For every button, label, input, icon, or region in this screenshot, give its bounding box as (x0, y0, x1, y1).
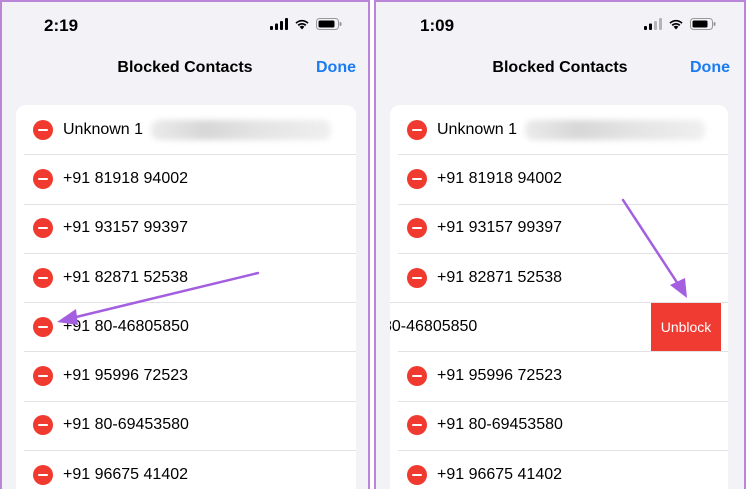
status-time: 1:09 (420, 16, 455, 35)
remove-icon[interactable] (407, 119, 427, 140)
contact-label: +91 96675 41402 (63, 465, 189, 483)
contact-label: +91 95996 72523 (437, 367, 563, 385)
contact-label: +91 82871 52538 (63, 268, 189, 286)
list-item[interactable]: +91 96675 41402 (390, 450, 728, 489)
list-item[interactable]: +91 96675 41402 (16, 450, 356, 489)
contact-label: +91 81918 94002 (437, 169, 563, 187)
remove-icon[interactable] (33, 119, 53, 140)
contact-label: Unknown 1 (437, 120, 518, 138)
remove-icon[interactable] (33, 464, 53, 485)
list-item[interactable]: +91 81918 94002 (390, 154, 728, 203)
redacted-number (151, 119, 332, 140)
wifi-icon (295, 19, 309, 30)
list-item[interactable]: +91 95996 72523 (16, 351, 356, 400)
list-item[interactable]: +91 93157 99397 (390, 203, 728, 253)
remove-icon[interactable] (407, 218, 427, 239)
battery-icon (316, 18, 342, 30)
page-title: Blocked Contacts (117, 59, 253, 76)
contact-label: +91 81918 94002 (63, 169, 189, 187)
list-item-swiped[interactable]: 80-46805850 Unblock (390, 302, 728, 352)
done-button[interactable]: Done (690, 59, 730, 77)
list-item[interactable]: +91 82871 52538 (390, 252, 728, 302)
list-item[interactable]: +91 81918 94002 (16, 154, 356, 203)
contact-label: +91 82871 52538 (437, 268, 563, 286)
wifi-icon (669, 19, 683, 30)
remove-icon[interactable] (33, 415, 53, 436)
page-title: Blocked Contacts (492, 59, 628, 76)
contact-label: 80-46805850 (390, 317, 478, 335)
remove-icon[interactable] (407, 415, 427, 436)
remove-icon[interactable] (407, 168, 427, 189)
contact-label: +91 93157 99397 (63, 219, 189, 237)
list-item[interactable]: Unknown 1 (390, 105, 728, 154)
remove-icon[interactable] (33, 218, 53, 239)
remove-icon[interactable] (33, 267, 53, 288)
contact-label: +91 96675 41402 (437, 465, 563, 483)
status-icons (644, 18, 716, 30)
contact-label: +91 95996 72523 (63, 367, 189, 385)
contact-label: +91 93157 99397 (437, 219, 563, 237)
list-item[interactable]: +91 80-69453580 (390, 400, 728, 450)
status-icons (270, 18, 342, 30)
contact-label: +91 80-69453580 (437, 416, 563, 434)
left-screen: 2:19 Blocked Contacts Done Unknown 1 +91… (0, 0, 370, 489)
battery-icon (690, 18, 716, 30)
done-button[interactable]: Done (316, 59, 356, 77)
status-time: 2:19 (44, 16, 79, 35)
blocked-contacts-list: Unknown 1 +91 81918 94002 +91 93157 9939… (390, 105, 728, 489)
unblock-button[interactable]: Unblock (651, 303, 721, 352)
signal-icon (270, 18, 288, 30)
remove-icon[interactable] (407, 464, 427, 485)
signal-icon (644, 18, 662, 30)
contact-label: +91 80-69453580 (63, 416, 189, 434)
list-item[interactable]: +91 95996 72523 (390, 351, 728, 400)
list-item[interactable]: +91 80-46805850 (16, 302, 356, 351)
remove-icon[interactable] (33, 316, 53, 337)
blocked-contacts-list: Unknown 1 +91 81918 94002 +91 93157 9939… (16, 105, 356, 489)
contact-label: Unknown 1 (63, 120, 144, 138)
list-item[interactable]: +91 82871 52538 (16, 252, 356, 302)
remove-icon[interactable] (33, 168, 53, 189)
redacted-number (525, 119, 706, 140)
list-item[interactable]: Unknown 1 (16, 105, 356, 154)
list-item[interactable]: +91 80-69453580 (16, 400, 356, 450)
list-item[interactable]: +91 93157 99397 (16, 203, 356, 253)
remove-icon[interactable] (407, 366, 427, 387)
remove-icon[interactable] (407, 267, 427, 288)
remove-icon[interactable] (33, 366, 53, 387)
contact-label: +91 80-46805850 (63, 317, 189, 335)
right-screen: 1:09 Blocked Contacts Done Unknown 1 +91… (374, 0, 746, 489)
